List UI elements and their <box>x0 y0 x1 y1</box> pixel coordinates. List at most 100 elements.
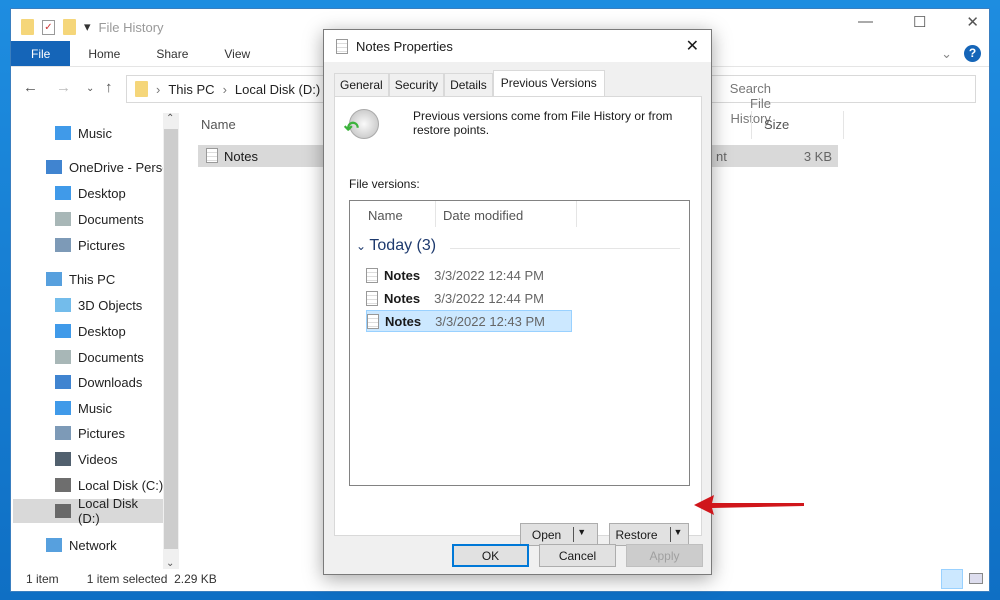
cancel-button[interactable]: Cancel <box>539 544 616 567</box>
restore-button[interactable]: Restore ▼ <box>609 523 689 546</box>
sidebar-item-label: OneDrive - Persor <box>69 159 174 175</box>
column-header-size[interactable]: Size <box>764 117 789 132</box>
restore-label: Restore <box>615 527 658 542</box>
text-file-icon <box>206 148 218 163</box>
open-label: Open <box>531 527 562 542</box>
version-row[interactable]: Notes 3/3/2022 12:44 PM <box>366 287 572 309</box>
red-arrow-annotation <box>694 495 804 515</box>
sidebar-item-label: Local Disk (D:) <box>78 496 138 526</box>
chevron-right-icon: › <box>222 81 227 97</box>
column-header-name[interactable]: Name <box>201 117 236 132</box>
quick-access-toolbar: ✓ ▾ File History <box>21 15 164 39</box>
chevron-down-icon: ⌄ <box>356 239 370 253</box>
sidebar-item[interactable]: Videos <box>55 447 205 471</box>
pictures-icon <box>55 426 71 440</box>
text-file-icon <box>366 267 378 283</box>
sidebar-item[interactable]: Local Disk (C:) <box>55 473 205 497</box>
sidebar-item-label: Documents <box>78 349 144 365</box>
sidebar-item-label: Desktop <box>78 185 126 201</box>
sidebar-item-label: Documents <box>78 211 144 227</box>
sidebar-item[interactable]: Desktop <box>55 319 205 343</box>
download-icon <box>55 375 71 389</box>
sidebar-item-label: Network <box>69 537 117 553</box>
item-count: 1 item <box>26 572 59 586</box>
sidebar-item[interactable]: Pictures <box>55 421 205 445</box>
tab-view[interactable]: View <box>206 41 268 66</box>
ok-button[interactable]: OK <box>452 544 529 567</box>
tab-home[interactable]: Home <box>70 41 138 66</box>
version-row[interactable]: Notes 3/3/2022 12:44 PM <box>366 264 572 286</box>
file-size: 3 KB <box>803 149 832 164</box>
desktop-icon <box>55 186 71 200</box>
minimize-button[interactable]: — <box>858 13 873 31</box>
status-bar: 1 item 1 item selected 2.29 KB <box>26 572 217 586</box>
network-icon <box>46 538 62 552</box>
details-view-button[interactable] <box>941 569 963 589</box>
sidebar-item[interactable]: Pictures <box>55 233 205 257</box>
version-name: Notes <box>384 290 421 306</box>
scroll-down-icon[interactable]: ⌄ <box>166 558 174 569</box>
tab-details[interactable]: Details <box>444 73 493 97</box>
forward-icon[interactable]: → <box>56 79 71 96</box>
large-icons-view-button[interactable] <box>969 573 983 584</box>
group-header[interactable]: ⌄ Today (3) <box>356 237 436 255</box>
properties-icon[interactable]: ✓ <box>42 19 55 35</box>
dialog-title: Notes Properties <box>356 38 453 54</box>
version-name: Notes <box>384 267 421 283</box>
apply-button[interactable]: Apply <box>626 544 703 567</box>
sidebar-item[interactable]: Documents <box>55 345 205 369</box>
drive-icon <box>55 504 71 518</box>
breadcrumb-this-pc[interactable]: This PC <box>168 82 214 97</box>
tab-file[interactable]: File <box>11 41 71 66</box>
sidebar-scrollbar[interactable]: ⌃ ⌄ <box>163 113 179 569</box>
sidebar-item[interactable]: Desktop <box>55 181 205 205</box>
customize-dropdown-icon[interactable]: ▾ <box>84 19 91 35</box>
maximize-button[interactable]: ☐ <box>913 13 926 31</box>
text-file-icon <box>366 290 378 306</box>
selection-size: 2.29 KB <box>174 572 217 586</box>
sidebar-item-label: Videos <box>78 451 118 467</box>
tab-share[interactable]: Share <box>138 41 206 66</box>
sidebar-item[interactable]: Downloads <box>55 370 205 394</box>
documents-icon <box>55 212 71 226</box>
previous-versions-panel: ↶ Previous versions come from File Histo… <box>334 96 702 546</box>
sidebar-item[interactable]: Documents <box>55 207 205 231</box>
music-icon <box>55 126 71 140</box>
version-row[interactable]: Notes 3/3/2022 12:43 PM <box>366 310 572 332</box>
open-button[interactable]: Open ▼ <box>520 523 598 546</box>
list-column-date[interactable]: Date modified <box>443 208 523 223</box>
open-dropdown-icon[interactable]: ▼ <box>573 527 586 542</box>
sidebar-item-label: Music <box>78 125 112 141</box>
back-icon[interactable]: ← <box>23 79 38 96</box>
search-input[interactable]: Search File History <box>711 81 771 126</box>
version-date: 3/3/2022 12:43 PM <box>435 313 545 329</box>
tab-previous-versions[interactable]: Previous Versions <box>492 70 605 97</box>
drive-icon <box>55 478 71 492</box>
sidebar-item[interactable]: 3D Objects <box>55 293 205 317</box>
file-versions-list[interactable]: Name Date modified ⌄ Today (3) Notes 3/3/… <box>349 200 690 486</box>
pictures-icon <box>55 238 71 252</box>
sidebar-item-label: Pictures <box>78 237 125 253</box>
scroll-up-icon[interactable]: ⌃ <box>166 113 174 124</box>
text-file-icon <box>367 313 379 329</box>
sidebar-item-label: Pictures <box>78 425 125 441</box>
tab-general[interactable]: General <box>334 73 389 97</box>
sidebar-item[interactable]: Music <box>55 396 205 420</box>
sidebar-item[interactable]: Local Disk (D:) <box>13 496 163 526</box>
dialog-close-button[interactable]: ✕ <box>686 36 699 56</box>
new-folder-icon[interactable] <box>63 19 76 35</box>
up-icon[interactable]: ↑ <box>105 79 113 96</box>
restore-dropdown-icon[interactable]: ▼ <box>669 527 682 542</box>
recent-dropdown-icon[interactable]: ⌄ <box>86 83 94 94</box>
sidebar-item[interactable]: Music <box>55 121 205 145</box>
breadcrumb-local-disk[interactable]: Local Disk (D:) <box>235 82 320 97</box>
close-button[interactable]: ✕ <box>966 13 979 31</box>
music-icon <box>55 401 71 415</box>
tab-security[interactable]: Security <box>388 73 445 97</box>
text-file-icon <box>336 38 348 54</box>
list-column-name[interactable]: Name <box>368 208 403 223</box>
version-date: 3/3/2022 12:44 PM <box>434 267 544 283</box>
dialog-title-bar: Notes Properties ✕ <box>324 30 711 62</box>
pc-icon <box>46 272 62 286</box>
sidebar-item-label: 3D Objects <box>78 297 143 313</box>
